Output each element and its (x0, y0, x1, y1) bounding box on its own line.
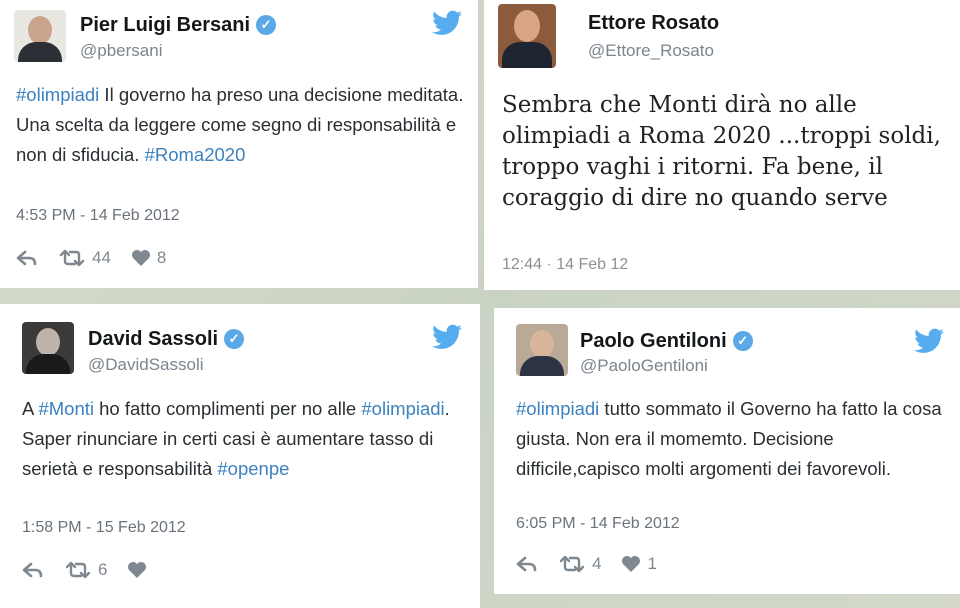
like-button[interactable]: 1 (621, 554, 657, 574)
tweet-actions: 6 (22, 560, 167, 580)
tweet-text: #olimpiadi tutto sommato il Governo ha f… (516, 394, 948, 484)
author-name[interactable]: Ettore Rosato (588, 12, 719, 35)
heart-icon (131, 250, 150, 266)
author-handle[interactable]: @Ettore_Rosato (588, 41, 714, 61)
reply-button[interactable] (16, 249, 38, 267)
retweet-button[interactable]: 44 (58, 248, 111, 268)
verified-badge-icon: ✓ (732, 331, 753, 351)
like-button[interactable]: 8 (131, 248, 166, 268)
tweet-card-sassoli: David Sassoli ✓ @DavidSassoli A #Monti ho… (0, 304, 480, 608)
verified-badge-icon: ✓ (256, 15, 277, 35)
retweet-button[interactable]: 4 (558, 554, 601, 574)
author-name[interactable]: David Sassoli ✓ (88, 328, 245, 351)
tweet-card-rosato: Ettore Rosato @Ettore_Rosato Sembra che … (484, 0, 960, 290)
hashtag-link[interactable]: #olimpiadi (361, 398, 444, 419)
reply-button[interactable] (516, 555, 538, 573)
tweet-text: A #Monti ho fatto complimenti per no all… (22, 394, 468, 484)
retweet-button[interactable]: 6 (64, 560, 107, 580)
author-name[interactable]: Paolo Gentiloni ✓ (580, 330, 753, 353)
tweet-collage: Pier Luigi Bersani ✓ @pbersani #olimpiadi… (0, 0, 960, 608)
retweet-count: 6 (98, 560, 108, 579)
heart-icon (622, 556, 641, 572)
timestamp[interactable]: 6:05 PM - 14 Feb 2012 (516, 515, 680, 533)
author-handle[interactable]: @PaoloGentiloni (580, 356, 708, 376)
twitter-bird-icon (914, 328, 944, 353)
tweet-text: #olimpiadi Il governo ha preso una decis… (16, 80, 466, 170)
avatar[interactable] (14, 10, 66, 62)
tweet-actions: 44 8 (16, 248, 186, 268)
hashtag-link[interactable]: #Roma2020 (145, 144, 246, 165)
avatar[interactable] (516, 324, 568, 376)
reply-icon (16, 250, 37, 266)
avatar[interactable] (498, 4, 556, 68)
timestamp[interactable]: 4:53 PM - 14 Feb 2012 (16, 207, 180, 225)
tweet-text-segment: ho fatto complimenti per no alle (94, 398, 362, 419)
timestamp[interactable]: 1:58 PM - 15 Feb 2012 (22, 519, 186, 537)
author-handle[interactable]: @pbersani (80, 41, 162, 61)
avatar[interactable] (22, 322, 74, 374)
retweet-icon (65, 561, 91, 579)
retweet-count: 44 (92, 248, 111, 267)
hashtag-link[interactable]: #olimpiadi (16, 84, 99, 105)
tweet-actions: 4 1 (516, 554, 677, 574)
twitter-bird-icon (432, 10, 462, 35)
retweet-icon (59, 249, 85, 267)
author-handle[interactable]: @DavidSassoli (88, 355, 204, 375)
like-button[interactable] (127, 561, 147, 579)
like-count: 1 (647, 554, 657, 573)
like-count: 8 (156, 248, 167, 267)
tweet-card-bersani: Pier Luigi Bersani ✓ @pbersani #olimpiadi… (0, 0, 478, 288)
author-name[interactable]: Pier Luigi Bersani ✓ (80, 14, 277, 37)
reply-icon (22, 562, 43, 578)
tweet-text: Sembra che Monti dirà no alle olimpiadi … (502, 92, 941, 211)
hashtag-link[interactable]: #openpe (217, 458, 289, 479)
retweet-count: 4 (592, 554, 602, 573)
hashtag-link[interactable]: #Monti (38, 398, 94, 419)
heart-icon (128, 562, 147, 578)
reply-icon (516, 556, 537, 572)
verified-badge-icon: ✓ (224, 329, 245, 349)
retweet-icon (559, 555, 585, 573)
reply-button[interactable] (22, 561, 44, 579)
twitter-bird-icon (432, 324, 462, 349)
tweet-text-segment: A (22, 398, 39, 419)
timestamp[interactable]: 12:44 · 14 Feb 12 (502, 256, 628, 274)
hashtag-link[interactable]: #olimpiadi (516, 398, 599, 419)
tweet-card-gentiloni: Paolo Gentiloni ✓ @PaoloGentiloni #olimpi… (494, 308, 960, 594)
